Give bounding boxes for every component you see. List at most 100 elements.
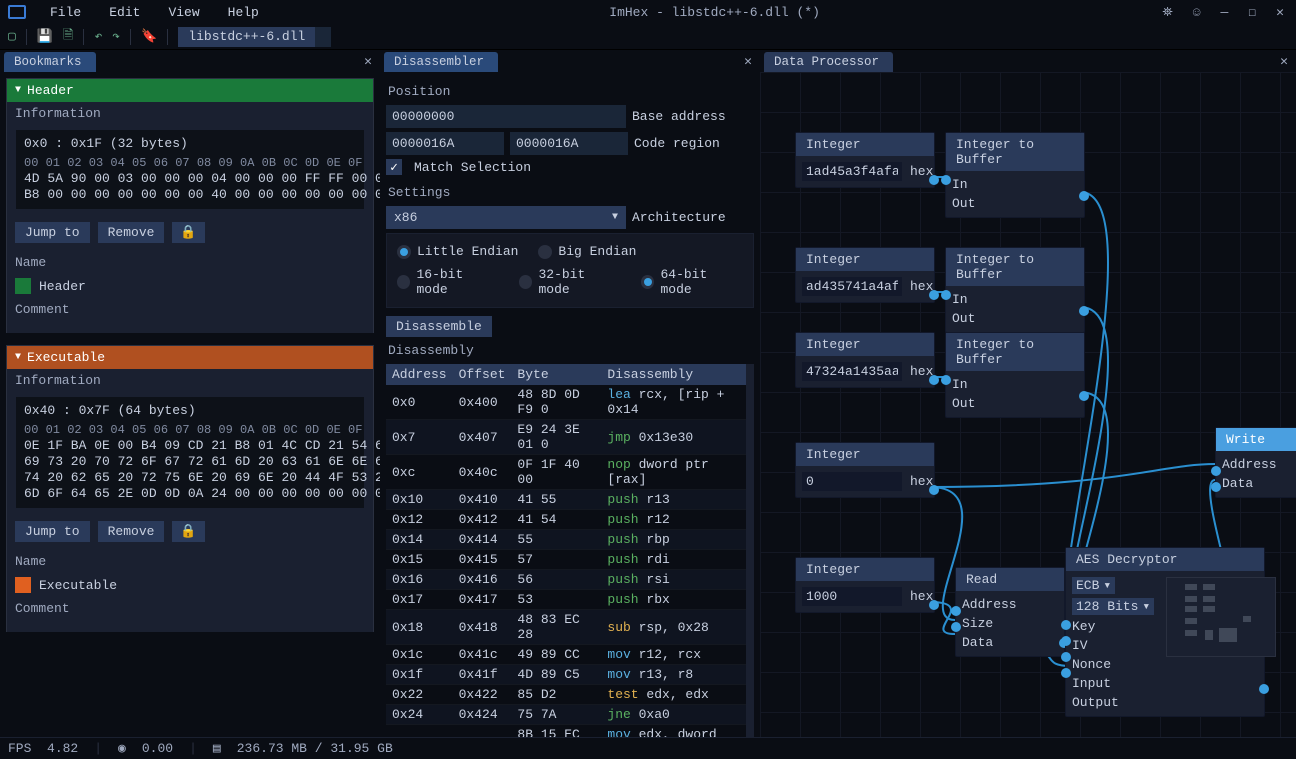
arch-dropdown[interactable]: x86▼ <box>386 206 626 229</box>
table-row[interactable]: 0xc0x40c0F 1F 40 00nop dword ptr [rax] <box>386 455 746 490</box>
col-offset[interactable]: Offset <box>453 364 512 385</box>
table-row[interactable]: 0x1f0x41f4D 89 C5mov r13, r8 <box>386 665 746 685</box>
scrollbar[interactable] <box>746 364 754 737</box>
table-row[interactable]: 0x240x42475 7Ajne 0xa0 <box>386 705 746 725</box>
node-integer-5[interactable]: Integer hex <box>795 557 935 613</box>
open-folder-icon[interactable]: ▢ <box>8 29 16 44</box>
smile-icon[interactable]: ☺ <box>1189 5 1205 20</box>
color-swatch[interactable] <box>15 577 31 593</box>
bookmark-icon[interactable]: 🔖 <box>141 29 157 44</box>
table-row[interactable]: 0x150x41557push rdi <box>386 550 746 570</box>
lock-icon[interactable]: 🔒 <box>172 521 204 542</box>
table-row[interactable]: 0x260x4268B 15 EC 0F 1mov edx, dword ptr… <box>386 725 746 738</box>
code-region-end-input[interactable] <box>510 132 628 155</box>
node-canvas[interactable]: Integer hex Integer to Buffer InOut Inte… <box>760 72 1296 737</box>
comment-label: Comment <box>7 597 373 620</box>
node-integer-4[interactable]: Integer hex <box>795 442 935 498</box>
table-row[interactable]: 0x140x41455push rbp <box>386 530 746 550</box>
table-row[interactable]: 0x100x41041 55push r13 <box>386 490 746 510</box>
tab-disassembler[interactable]: Disassembler <box>384 52 498 72</box>
aes-keylen-dropdown[interactable]: 128 Bits ▾ <box>1072 598 1154 615</box>
save-icon[interactable]: 💾 <box>37 29 53 44</box>
radio-16bit[interactable]: 16-bit mode <box>397 267 499 297</box>
name-label: Name <box>7 550 373 573</box>
bookmark-collapse-header[interactable]: ▼Header <box>7 79 373 102</box>
bookmark-collapse-header[interactable]: ▼Executable <box>7 346 373 369</box>
range-label: 0x40 : 0x7F (64 bytes) <box>20 401 360 420</box>
bug-icon[interactable]: ⛯ <box>1158 5 1176 20</box>
radio-big-endian[interactable]: Big Endian <box>538 244 636 259</box>
integer-value-input[interactable] <box>802 362 902 381</box>
integer-value-input[interactable] <box>802 587 902 606</box>
match-selection-checkbox[interactable]: ✓ <box>386 159 402 175</box>
color-swatch[interactable] <box>15 278 31 294</box>
redo-icon[interactable]: ↷ <box>112 29 120 44</box>
code-region-start-input[interactable] <box>386 132 504 155</box>
disassembler-panel: Disassembler ✕ Position Base address Cod… <box>380 50 760 737</box>
table-row[interactable]: 0x160x41656push rsi <box>386 570 746 590</box>
node-write[interactable]: Write Address Data <box>1215 427 1296 498</box>
comment-label: Comment <box>7 298 373 321</box>
toolbar: ▢ 💾 🗎 ↶ ↷ 🔖 libstdc++-6.dll <box>0 24 1296 50</box>
match-selection-label: Match Selection <box>414 160 531 175</box>
table-row[interactable]: 0x180x41848 83 EC 28sub rsp, 0x28 <box>386 610 746 645</box>
fps-label: FPS <box>8 741 31 756</box>
window-minimize-icon[interactable]: — <box>1217 5 1233 20</box>
file-tab[interactable]: libstdc++-6.dll <box>178 27 331 47</box>
col-byte[interactable]: Byte <box>511 364 601 385</box>
code-region-label: Code region <box>634 136 720 151</box>
close-panel-icon[interactable]: ✕ <box>736 51 760 72</box>
table-row[interactable]: 0x170x41753push rbx <box>386 590 746 610</box>
node-int-to-buffer-1[interactable]: Integer to Buffer InOut <box>945 132 1085 218</box>
chevron-down-icon: ▼ <box>15 352 21 363</box>
position-label: Position <box>386 78 754 105</box>
window-maximize-icon[interactable]: ☐ <box>1244 5 1260 20</box>
col-address[interactable]: Address <box>386 364 453 385</box>
disassemble-button[interactable]: Disassemble <box>386 316 492 337</box>
app-logo-icon <box>8 5 26 19</box>
disassembly-table: Address Offset Byte Disassembly 0x00x400… <box>386 364 746 737</box>
node-read[interactable]: Read Address Size Data <box>955 567 1065 657</box>
radio-64bit[interactable]: 64-bit mode <box>641 267 743 297</box>
tab-bookmarks[interactable]: Bookmarks <box>4 52 96 72</box>
table-row[interactable]: 0x00x40048 8D 0D F9 0lea rcx, [rip + 0x1… <box>386 385 746 420</box>
integer-value-input[interactable] <box>802 162 902 181</box>
node-int-to-buffer-2[interactable]: Integer to Buffer InOut <box>945 247 1085 333</box>
jump-to-button[interactable]: Jump to <box>15 521 90 542</box>
table-row[interactable]: 0x70x407E9 24 3E 01 0jmp 0x13e30 <box>386 420 746 455</box>
undo-icon[interactable]: ↶ <box>94 29 102 44</box>
node-integer-1[interactable]: Integer hex <box>795 132 935 188</box>
close-panel-icon[interactable]: ✕ <box>356 51 380 72</box>
remove-button[interactable]: Remove <box>98 222 165 243</box>
lock-icon[interactable]: 🔒 <box>172 222 204 243</box>
name-label: Name <box>7 251 373 274</box>
menu-edit[interactable]: Edit <box>97 3 152 22</box>
close-panel-icon[interactable]: ✕ <box>1272 51 1296 72</box>
table-row[interactable]: 0x220x42285 D2test edx, edx <box>386 685 746 705</box>
node-int-to-buffer-3[interactable]: Integer to Buffer InOut <box>945 332 1085 418</box>
menu-view[interactable]: View <box>156 3 211 22</box>
radio-32bit[interactable]: 32-bit mode <box>519 267 621 297</box>
integer-value-input[interactable] <box>802 472 902 491</box>
table-row[interactable]: 0x1c0x41c49 89 CCmov r12, rcx <box>386 645 746 665</box>
col-disassembly[interactable]: Disassembly <box>601 364 746 385</box>
gauge-icon: ◉ <box>118 741 126 756</box>
minimap[interactable] <box>1166 577 1276 657</box>
remove-button[interactable]: Remove <box>98 521 165 542</box>
tab-data-processor[interactable]: Data Processor <box>764 52 893 72</box>
radio-little-endian[interactable]: Little Endian <box>397 244 518 259</box>
node-integer-2[interactable]: Integer hex <box>795 247 935 303</box>
aes-mode-dropdown[interactable]: ECB ▾ <box>1072 577 1115 594</box>
menu-help[interactable]: Help <box>216 3 271 22</box>
info-label: Information <box>7 369 373 392</box>
table-row[interactable]: 0x120x41241 54push r12 <box>386 510 746 530</box>
saveas-icon[interactable]: 🗎 <box>63 26 73 48</box>
integer-value-input[interactable] <box>802 277 902 296</box>
window-close-icon[interactable]: ✕ <box>1272 5 1288 20</box>
base-address-input[interactable] <box>386 105 626 128</box>
jump-to-button[interactable]: Jump to <box>15 222 90 243</box>
node-integer-3[interactable]: Integer hex <box>795 332 935 388</box>
cpu-value: 0.00 <box>142 741 173 756</box>
chevron-down-icon: ▼ <box>15 85 21 96</box>
menu-file[interactable]: File <box>38 3 93 22</box>
